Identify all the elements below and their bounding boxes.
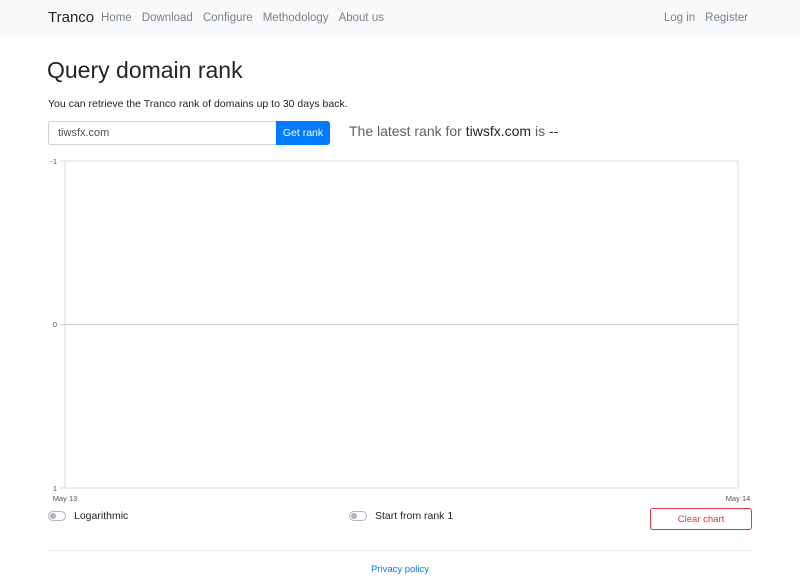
logarithmic-switch[interactable]: [48, 511, 66, 521]
nav-login[interactable]: Log in: [664, 12, 695, 24]
get-rank-button[interactable]: Get rank: [276, 121, 330, 145]
chart-y-tick-label-mid: 0: [53, 320, 57, 329]
clear-chart-button[interactable]: Clear chart: [650, 508, 752, 530]
logarithmic-label: Logarithmic: [74, 510, 129, 522]
latest-rank-text: The latest rank for tiwsfx.com is --: [349, 123, 558, 139]
page-title: Query domain rank: [47, 57, 243, 83]
nav-account: Log in Register: [654, 12, 748, 24]
latest-rank-prefix: The latest rank for: [349, 123, 466, 139]
nav-about-us[interactable]: About us: [339, 12, 384, 24]
start-from-rank1-switch[interactable]: [349, 511, 367, 521]
latest-rank-domain: tiwsfx.com: [465, 123, 532, 139]
domain-search-input[interactable]: [48, 121, 277, 145]
nav-links: Home Download Configure Methodology Abou…: [101, 12, 394, 24]
privacy-policy-link[interactable]: Privacy policy: [371, 564, 429, 575]
nav-download[interactable]: Download: [142, 12, 193, 24]
footer: Privacy policy: [0, 564, 800, 575]
brand-logo[interactable]: Tranco: [48, 9, 94, 26]
rank-chart[interactable]: -1 0 1 May 13 May 14: [0, 150, 800, 510]
page-lead: You can retrieve the Tranco rank of doma…: [48, 98, 348, 110]
chart-x-tick-label-end: May 14: [726, 494, 751, 503]
nav-configure[interactable]: Configure: [203, 12, 253, 24]
navbar: Tranco Home Download Configure Methodolo…: [0, 0, 800, 36]
chart-y-tick-label-top: -1: [50, 157, 57, 166]
chart-y-tick-label-bottom: 1: [53, 484, 57, 493]
latest-rank-middle: is: [531, 123, 549, 139]
start-from-rank1-toggle[interactable]: Start from rank 1: [349, 510, 453, 522]
nav-register[interactable]: Register: [705, 12, 748, 24]
footer-divider: [48, 550, 752, 551]
logarithmic-toggle[interactable]: Logarithmic: [48, 510, 128, 522]
latest-rank-value: --: [548, 123, 559, 139]
nav-home[interactable]: Home: [101, 12, 132, 24]
chart-x-tick-label-start: May 13: [53, 494, 78, 503]
start-from-rank1-label: Start from rank 1: [375, 510, 454, 522]
nav-methodology[interactable]: Methodology: [263, 12, 329, 24]
